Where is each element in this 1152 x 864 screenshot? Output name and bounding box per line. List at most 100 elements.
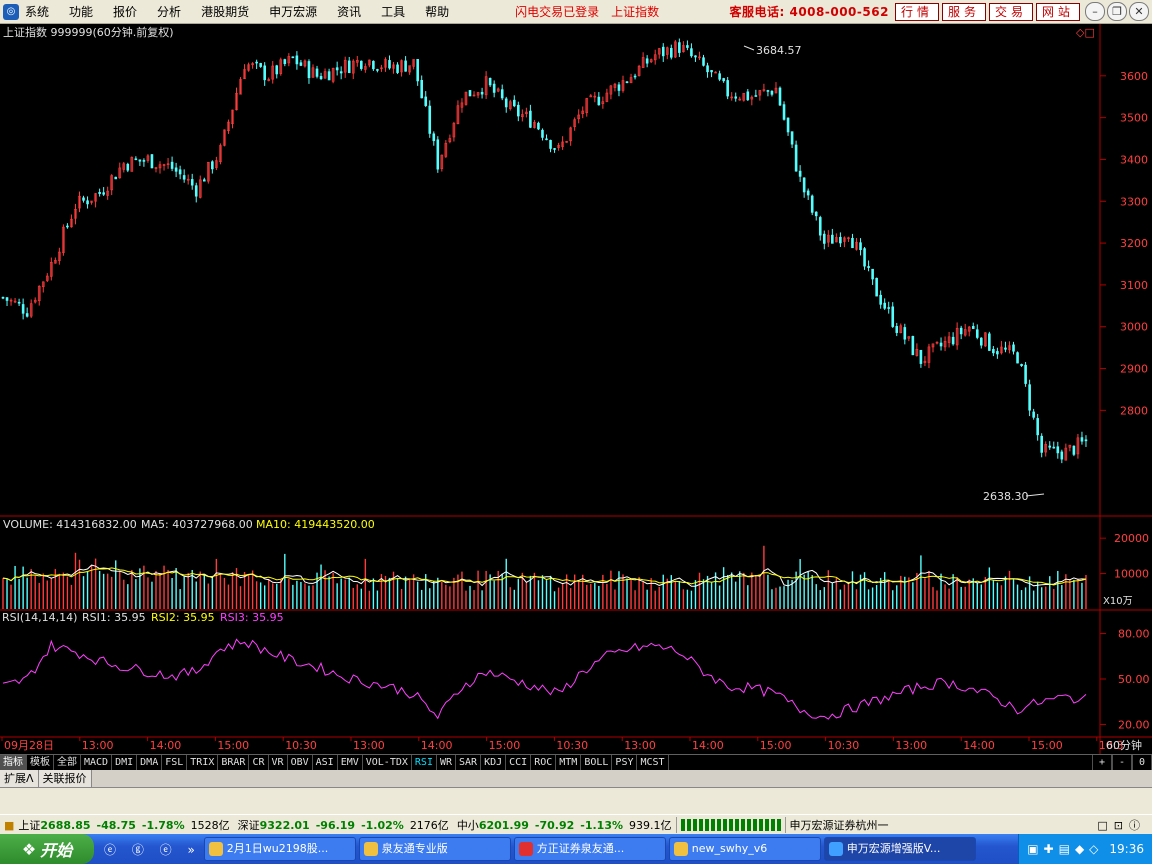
candle-body [722, 78, 725, 82]
candle-body [98, 192, 101, 194]
close-icon[interactable]: ✕ [1129, 2, 1149, 21]
menu-item-quote[interactable]: 报价 [113, 3, 137, 20]
indicator-tab-cci[interactable]: CCI [506, 755, 532, 771]
indicator-tab-obv[interactable]: OBV [288, 755, 313, 771]
start-button[interactable]: ❖ 开始 [0, 834, 94, 864]
menu-item-info[interactable]: 资讯 [337, 3, 361, 20]
candle-body [142, 160, 146, 162]
candle-body [1072, 445, 1076, 455]
indicator-tab-kdj[interactable]: KDJ [481, 755, 507, 771]
indicator-tab-trix[interactable]: TRIX [187, 755, 219, 771]
tray-status-icons[interactable]: □⊡ⓘ [1097, 817, 1146, 833]
volume-ma5-line [2, 564, 1087, 587]
indicator-tab-dma[interactable]: DMA [137, 755, 163, 771]
candle-body [867, 266, 870, 268]
service-button[interactable]: 服务 [941, 2, 986, 21]
menu-item-help[interactable]: 帮助 [425, 3, 449, 20]
menu-item-hk-futures[interactable]: 港股期货 [201, 3, 249, 20]
taskbar-app-quanyoutong[interactable]: 泉友通专业版 [358, 837, 511, 861]
sh-value: 2688.85 [40, 818, 91, 832]
rsi-series-line [2, 638, 1087, 720]
indicator-tab-wr[interactable]: WR [437, 755, 457, 771]
app-logo-icon[interactable]: ◎ [3, 3, 19, 20]
restore-icon[interactable]: ❐ [1107, 2, 1127, 21]
candle-body [661, 46, 665, 57]
indicator-tab-roc[interactable]: ROC [531, 755, 557, 771]
indicator-tab-0[interactable]: 指标 [0, 755, 27, 771]
indicator-tab-vr[interactable]: VR [269, 755, 288, 771]
indicator-tab-mcst[interactable]: MCST [637, 755, 669, 771]
candlestick-series [1, 38, 1088, 497]
candle-body [549, 139, 552, 149]
indicator-tab-brar[interactable]: BRAR [218, 755, 250, 771]
candle-body [670, 47, 673, 58]
tab-extend[interactable]: 扩展Λ [0, 770, 39, 787]
candle-body [831, 234, 834, 244]
current-index-name[interactable]: 上证指数 [611, 3, 659, 20]
menu-item-function[interactable]: 功能 [69, 3, 93, 20]
candle-body [851, 237, 854, 249]
indicator-tab-dmi[interactable]: DMI [112, 755, 138, 771]
trade-login-status[interactable]: 闪电交易已登录 [515, 3, 599, 20]
market-breadth-icon [680, 819, 781, 831]
candle-body [802, 177, 806, 193]
taskbar-app-label: 申万宏源增强版V... [846, 842, 941, 855]
chart-options-icon[interactable]: ◇□ [1076, 26, 1095, 39]
indicator-tab-rsi[interactable]: RSI [412, 755, 437, 771]
candle-body [746, 91, 750, 101]
candle-body [996, 351, 999, 355]
sz-value: 9322.01 [259, 818, 310, 832]
indicator-tab-cr[interactable]: CR [249, 755, 269, 771]
candle-body [786, 117, 790, 133]
indicator-tab-1[interactable]: 模板 [27, 755, 54, 771]
candle-body [263, 65, 266, 81]
candle-body [754, 95, 758, 97]
indicator-tab-fsl[interactable]: FSL [162, 755, 188, 771]
ticker-icon: ■ [4, 818, 15, 832]
candle-body [718, 73, 721, 80]
indicator-tab-boll[interactable]: BOLL [581, 755, 613, 771]
indicator-tab-sar[interactable]: SAR [456, 755, 482, 771]
taskbar-app-browser[interactable]: 2月1日wu2198股... [203, 837, 356, 861]
indicator-tab-bar: 指标 模板 全部 MACD DMI DMA FSL TRIX BRAR CR VR OBV ASI EMV… [0, 754, 1152, 771]
zoom-in-button[interactable]: + [1092, 755, 1112, 771]
menu-item-analysis[interactable]: 分析 [157, 3, 181, 20]
candle-body [66, 225, 69, 228]
indicator-tab-psy[interactable]: PSY [612, 755, 638, 771]
candle-body [420, 79, 423, 99]
trade-button[interactable]: 交易 [988, 2, 1033, 21]
indicator-tab-macd[interactable]: MACD [81, 755, 113, 771]
taskbar-app-swhy[interactable]: 申万宏源增强版V... [823, 837, 976, 861]
taskbar-app-folder[interactable]: new_swhy_v6 [668, 837, 821, 861]
candle-body [1004, 347, 1007, 350]
candle-body [706, 65, 709, 73]
volume-axis: 20000 10000 [1100, 532, 1149, 581]
quick-launch-icons[interactable]: ⓔ ⓖ ⓔ » [104, 841, 201, 858]
menu-item-system[interactable]: 系统 [25, 3, 49, 20]
candle-body [645, 58, 649, 64]
indicator-tab-mtm[interactable]: MTM [556, 755, 582, 771]
taskbar-app-fangzheng[interactable]: 方正证券泉友通... [513, 837, 666, 861]
candle-body [959, 327, 963, 335]
time-tick-label: 15:00 [1031, 739, 1063, 752]
candle-body [432, 133, 436, 142]
indicator-tab-emv[interactable]: EMV [338, 755, 363, 771]
zoom-out-button[interactable]: - [1112, 755, 1132, 771]
indicator-tab-asi[interactable]: ASI [313, 755, 338, 771]
indicator-tab-voltdx[interactable]: VOL-TDX [363, 755, 412, 771]
tab-related-quote[interactable]: 关联报价 [38, 770, 92, 787]
tray-icons[interactable]: ▣✚▤◆◇ [1027, 842, 1103, 856]
kline-chart-area[interactable]: 上证指数 999999(60分钟.前复权) ◇□ 3684.57 2638.30… [0, 24, 1152, 754]
quote-button[interactable]: 行情 [894, 2, 939, 21]
minimize-icon[interactable]: – [1085, 2, 1105, 21]
website-button[interactable]: 网站 [1035, 2, 1080, 21]
zx-label: 中小 [456, 819, 479, 832]
period-label[interactable]: 60分钟 [1106, 738, 1142, 752]
candle-body [504, 98, 508, 108]
menu-item-swhy[interactable]: 申万宏源 [269, 3, 317, 20]
menu-item-tools[interactable]: 工具 [381, 3, 405, 20]
kline-chart-svg[interactable]: 上证指数 999999(60分钟.前复权) ◇□ 3684.57 2638.30… [0, 24, 1152, 754]
candle-body [428, 105, 432, 134]
indicator-tab-2[interactable]: 全部 [54, 755, 81, 771]
zoom-reset-button[interactable]: 0 [1132, 755, 1152, 771]
